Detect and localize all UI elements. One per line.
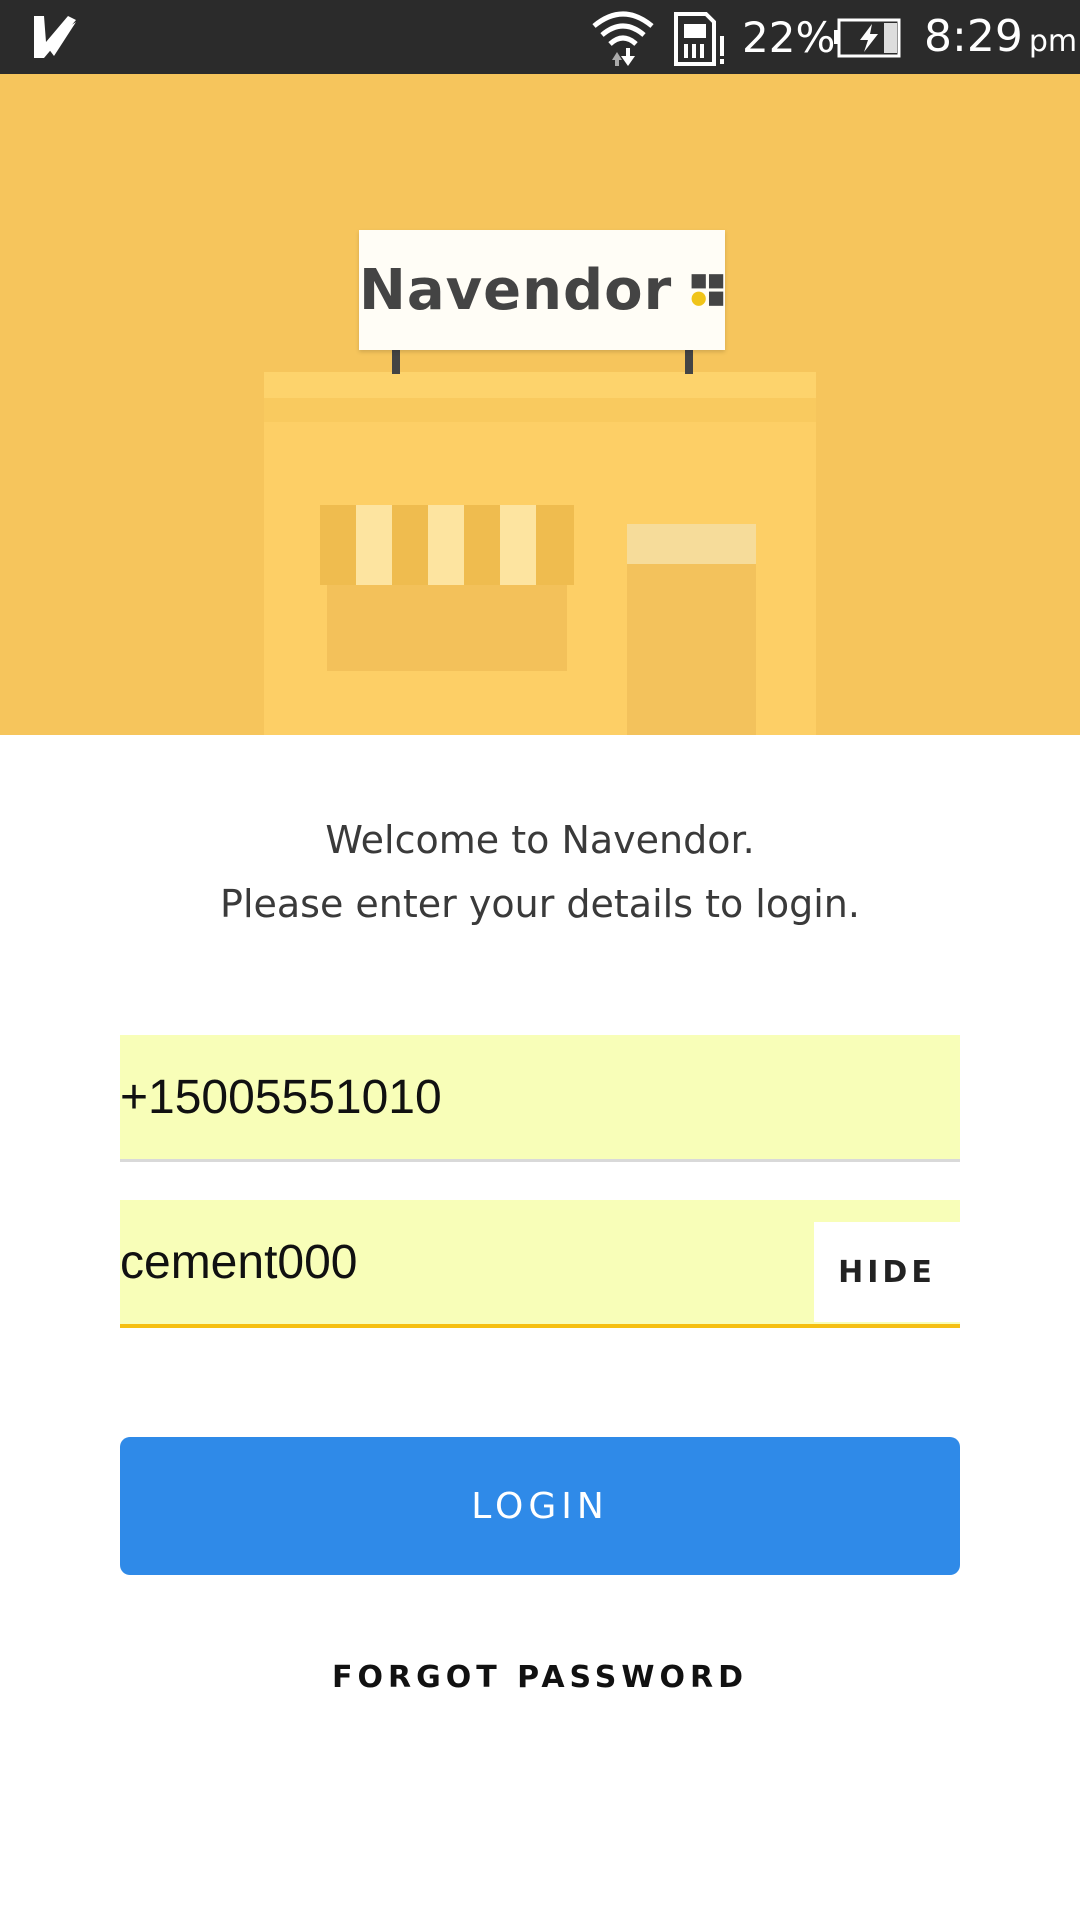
clock-ampm: pm bbox=[1028, 24, 1078, 59]
awning-stripe bbox=[500, 505, 536, 585]
navendor-logo-icon bbox=[691, 274, 724, 306]
store-door bbox=[627, 524, 756, 735]
battery-charging-icon bbox=[834, 18, 901, 58]
hero-illustration: Navendor bbox=[0, 74, 1080, 735]
store-roof-shadow bbox=[264, 398, 816, 422]
welcome-line-1: Welcome to Navendor. bbox=[325, 818, 755, 862]
sim-alert-icon bbox=[674, 12, 724, 66]
battery-percent: 22% bbox=[742, 13, 836, 62]
phone-input[interactable] bbox=[120, 1035, 960, 1159]
sign-post bbox=[392, 350, 400, 374]
brand-name: Navendor bbox=[359, 257, 673, 323]
welcome-line-2: Please enter your details to login. bbox=[220, 882, 860, 926]
wifi-icon bbox=[592, 11, 654, 66]
store-roof bbox=[264, 372, 816, 398]
clock-time: 8:29 bbox=[924, 11, 1023, 62]
welcome-message: Welcome to Navendor. Please enter your d… bbox=[0, 808, 1080, 936]
phone-field[interactable] bbox=[120, 1035, 960, 1162]
awning-stripe bbox=[428, 505, 464, 585]
clock: 8:29 pm bbox=[924, 12, 1077, 67]
status-bar: 22% 8:29 pm bbox=[0, 0, 1080, 74]
login-button[interactable]: LOGIN bbox=[120, 1437, 960, 1575]
hide-password-button[interactable]: HIDE bbox=[814, 1222, 960, 1322]
password-field[interactable]: HIDE bbox=[120, 1200, 960, 1328]
password-input[interactable] bbox=[120, 1200, 810, 1324]
sign-post bbox=[685, 350, 693, 374]
store-awning bbox=[320, 505, 574, 585]
store-window bbox=[327, 585, 567, 671]
storefront-illustration bbox=[264, 372, 816, 735]
awning-stripe bbox=[356, 505, 392, 585]
forgot-password-link[interactable]: FORGOT PASSWORD bbox=[0, 1660, 1080, 1695]
check-icon bbox=[34, 16, 76, 58]
door-window bbox=[627, 524, 756, 564]
brand-sign: Navendor bbox=[359, 230, 725, 350]
